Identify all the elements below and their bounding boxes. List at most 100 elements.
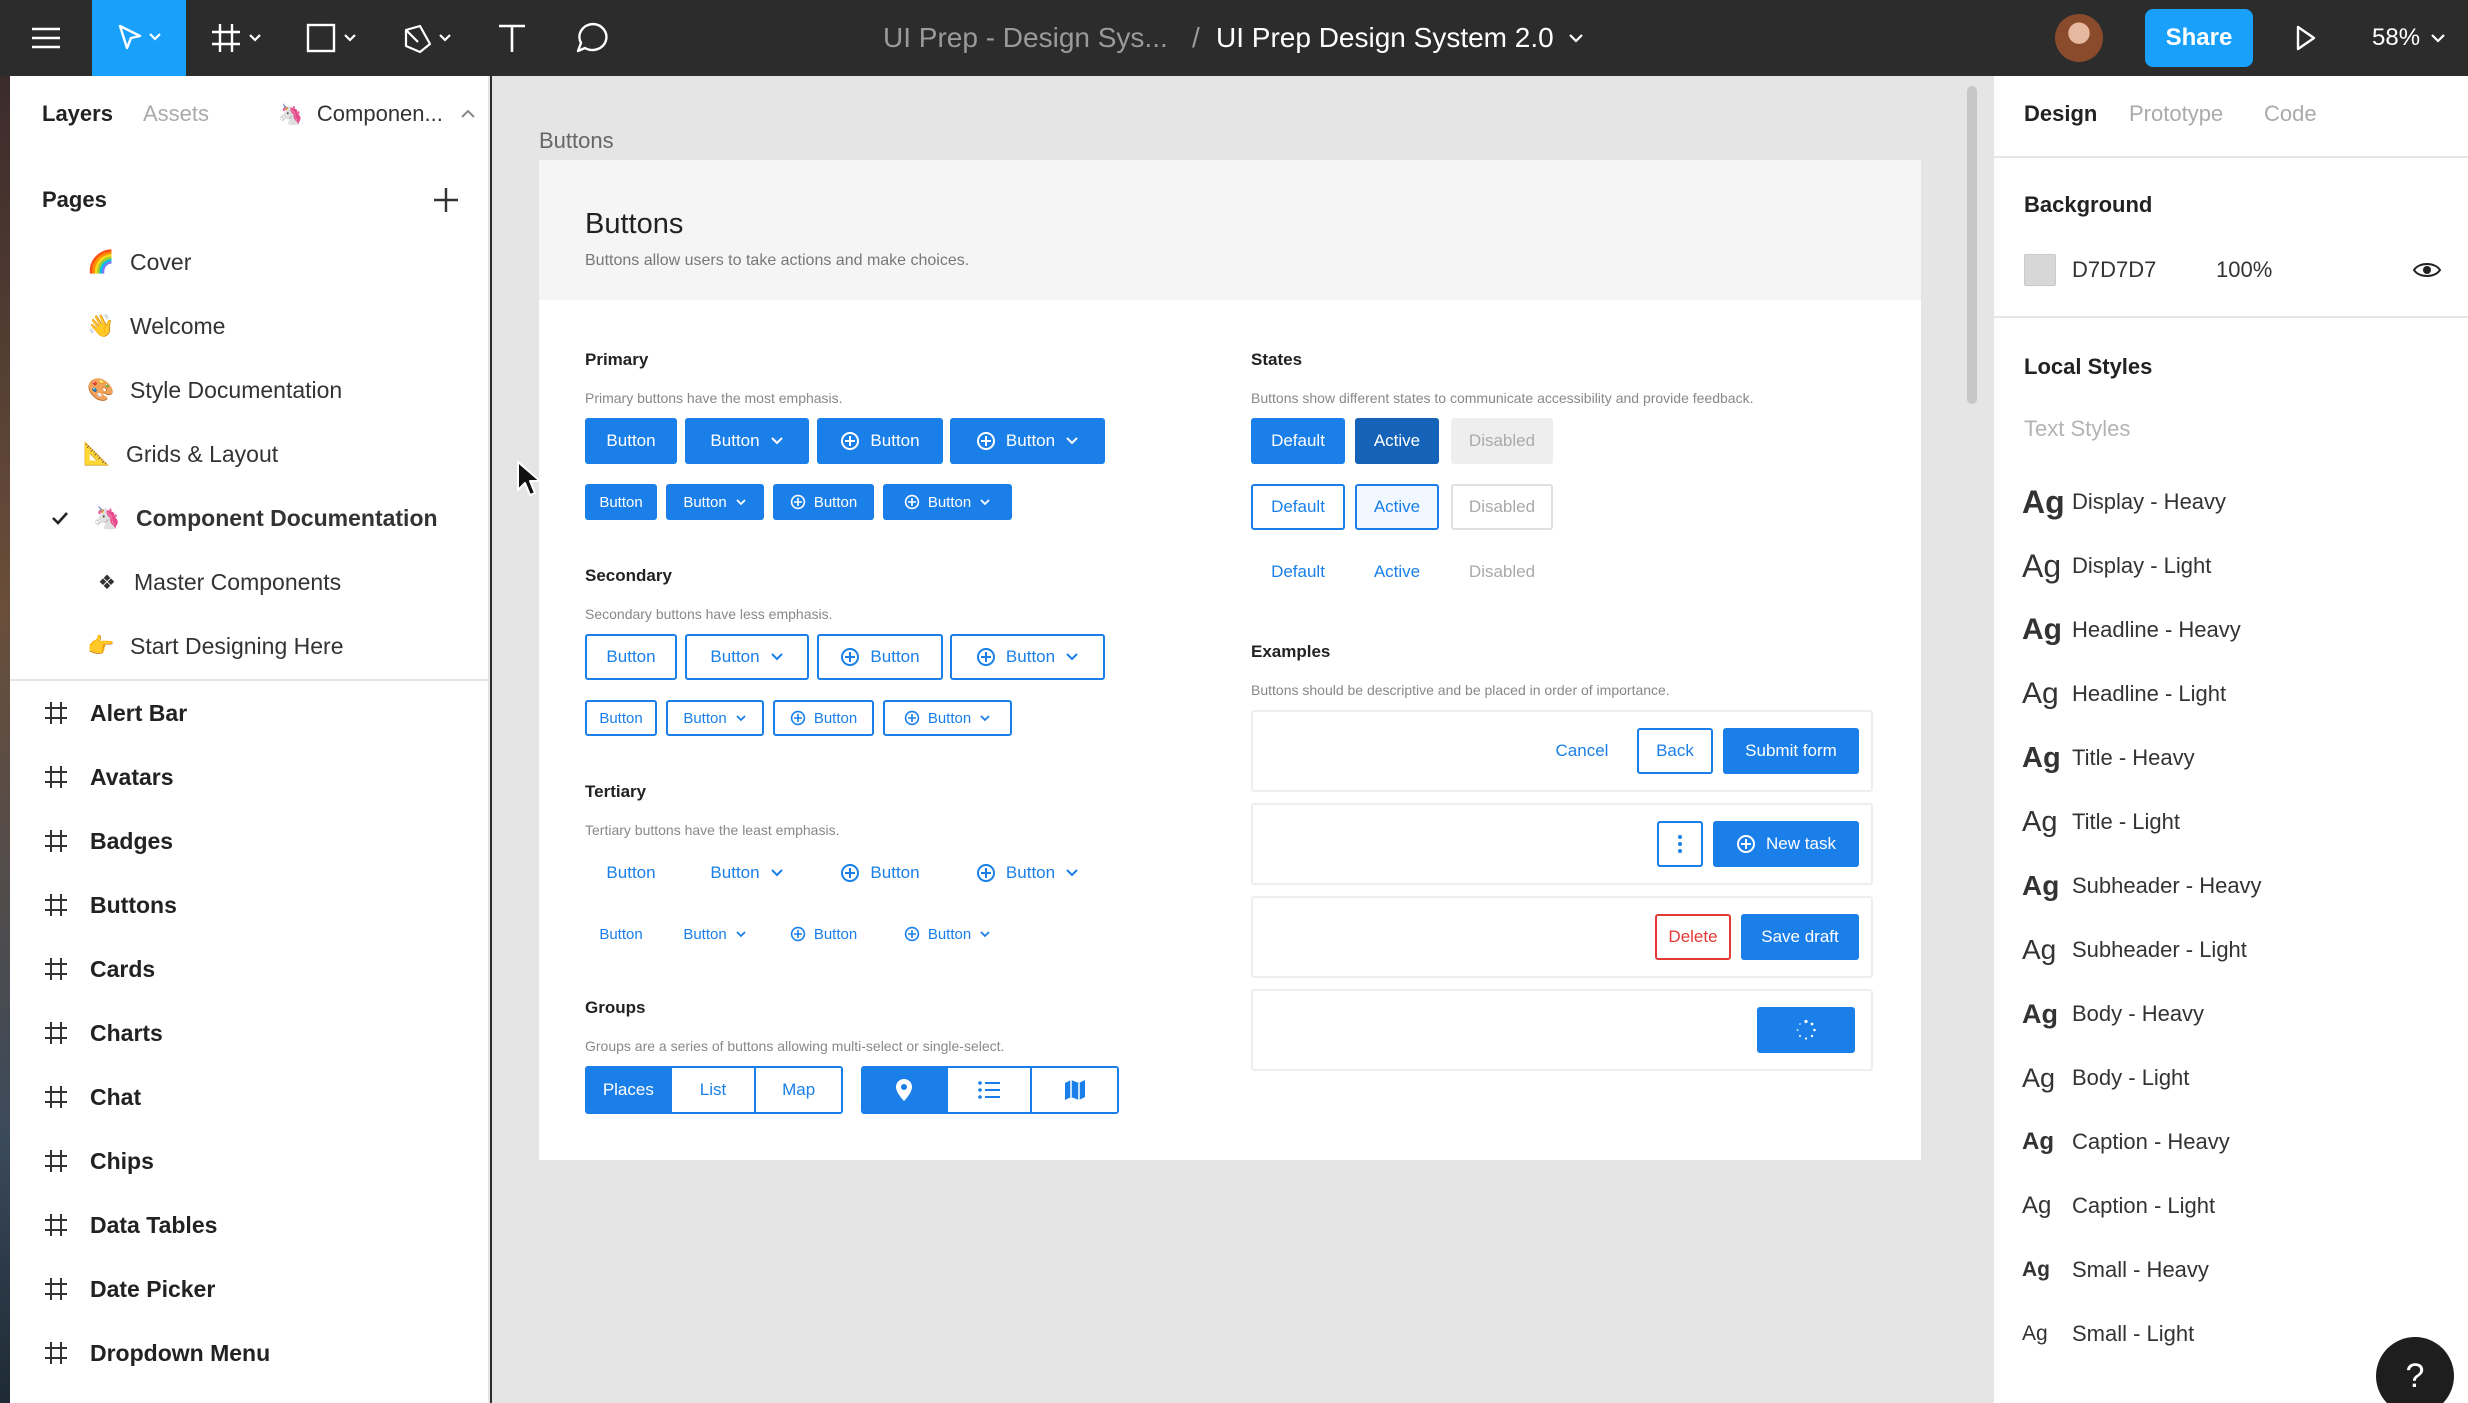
- group-button-map-view[interactable]: [1032, 1068, 1117, 1112]
- layer-frame-cards[interactable]: Cards: [10, 937, 488, 1001]
- comment-tool-button[interactable]: [568, 0, 618, 76]
- text-style-subheader-light[interactable]: AgSubheader - Light: [1994, 918, 2468, 982]
- text-style-body-light[interactable]: AgBody - Light: [1994, 1046, 2468, 1110]
- primary-dropdown-button-small[interactable]: Button: [666, 484, 764, 520]
- loading-button[interactable]: [1757, 1007, 1855, 1053]
- state-active-outline-button[interactable]: Active: [1355, 484, 1439, 530]
- move-tool-button[interactable]: [92, 0, 186, 76]
- file-parent-title[interactable]: UI Prep - Design Sys...: [883, 0, 1168, 76]
- page-item-component-documentation[interactable]: 🦄 Component Documentation: [10, 486, 488, 550]
- text-style-caption-heavy[interactable]: AgCaption - Heavy: [1994, 1110, 2468, 1174]
- secondary-icon-dropdown-button-small[interactable]: Button: [883, 700, 1012, 736]
- frame-name-label[interactable]: Buttons: [539, 128, 614, 154]
- eye-icon[interactable]: [2412, 256, 2442, 284]
- primary-button-small[interactable]: Button: [585, 484, 657, 520]
- group-button-list-view[interactable]: [948, 1068, 1033, 1112]
- secondary-button[interactable]: Button: [585, 634, 677, 680]
- user-avatar[interactable]: [2055, 14, 2103, 62]
- secondary-button-small[interactable]: Button: [585, 700, 657, 736]
- layer-frame-charts[interactable]: Charts: [10, 1001, 488, 1065]
- present-button[interactable]: [2286, 0, 2326, 76]
- group-button-location[interactable]: [863, 1068, 948, 1112]
- zoom-dropdown[interactable]: 58%: [2372, 0, 2448, 76]
- canvas-scrollbar[interactable]: [1967, 86, 1977, 404]
- text-style-body-heavy[interactable]: AgBody - Heavy: [1994, 982, 2468, 1046]
- page-switcher[interactable]: 🦄 Componen...: [278, 76, 477, 152]
- new-task-button[interactable]: New task: [1713, 821, 1859, 867]
- back-button[interactable]: Back: [1637, 728, 1713, 774]
- tertiary-dropdown-button[interactable]: Button: [685, 850, 809, 896]
- background-color-swatch[interactable]: [2024, 254, 2056, 286]
- primary-icon-button-small[interactable]: Button: [773, 484, 874, 520]
- primary-icon-dropdown-button-small[interactable]: Button: [883, 484, 1012, 520]
- file-name-title[interactable]: UI Prep Design System 2.0: [1216, 0, 1586, 76]
- frame-tool-button[interactable]: [200, 0, 280, 76]
- state-active-text-button[interactable]: Active: [1355, 549, 1439, 595]
- text-style-headline-heavy[interactable]: AgHeadline - Heavy: [1994, 598, 2468, 662]
- text-style-small-heavy[interactable]: AgSmall - Heavy: [1994, 1238, 2468, 1302]
- layer-frame-data-tables[interactable]: Data Tables: [10, 1193, 488, 1257]
- tertiary-icon-button-small[interactable]: Button: [773, 916, 874, 952]
- secondary-icon-button[interactable]: Button: [817, 634, 943, 680]
- page-item-grids-layout[interactable]: 📐 Grids & Layout: [10, 422, 488, 486]
- text-style-title-light[interactable]: AgTitle - Light: [1994, 790, 2468, 854]
- text-tool-button[interactable]: [490, 0, 534, 76]
- page-item-welcome[interactable]: 👋 Welcome: [10, 294, 488, 358]
- page-item-style-documentation[interactable]: 🎨 Style Documentation: [10, 358, 488, 422]
- layer-frame-alert-bar[interactable]: Alert Bar: [10, 681, 488, 745]
- pen-tool-button[interactable]: [390, 0, 470, 76]
- save-draft-button[interactable]: Save draft: [1741, 914, 1859, 960]
- page-item-master-components[interactable]: ❖ Master Components: [10, 550, 488, 614]
- text-style-display-light[interactable]: AgDisplay - Light: [1994, 534, 2468, 598]
- state-default-filled-button[interactable]: Default: [1251, 418, 1345, 464]
- state-default-outline-button[interactable]: Default: [1251, 484, 1345, 530]
- text-style-headline-light[interactable]: AgHeadline - Light: [1994, 662, 2468, 726]
- primary-icon-button[interactable]: Button: [817, 418, 943, 464]
- tertiary-button[interactable]: Button: [585, 850, 677, 896]
- layer-frame-chat[interactable]: Chat: [10, 1065, 488, 1129]
- tab-prototype[interactable]: Prototype: [2129, 76, 2223, 152]
- state-active-filled-button[interactable]: Active: [1355, 418, 1439, 464]
- tab-code[interactable]: Code: [2264, 76, 2317, 152]
- tertiary-dropdown-button-small[interactable]: Button: [666, 916, 764, 952]
- text-style-display-heavy[interactable]: AgDisplay - Heavy: [1994, 470, 2468, 534]
- delete-button[interactable]: Delete: [1655, 914, 1731, 960]
- primary-dropdown-button[interactable]: Button: [685, 418, 809, 464]
- main-menu-button[interactable]: [0, 0, 92, 76]
- group-button-places[interactable]: Places: [587, 1068, 672, 1112]
- secondary-icon-button-small[interactable]: Button: [773, 700, 874, 736]
- cancel-button[interactable]: Cancel: [1547, 728, 1617, 774]
- layer-frame-badges[interactable]: Badges: [10, 809, 488, 873]
- primary-icon-dropdown-button[interactable]: Button: [950, 418, 1105, 464]
- text-style-title-heavy[interactable]: AgTitle - Heavy: [1994, 726, 2468, 790]
- tertiary-icon-button[interactable]: Button: [817, 850, 943, 896]
- secondary-icon-dropdown-button[interactable]: Button: [950, 634, 1105, 680]
- share-button[interactable]: Share: [2145, 9, 2253, 67]
- tertiary-button-small[interactable]: Button: [585, 916, 657, 952]
- tab-assets[interactable]: Assets: [143, 76, 209, 152]
- layer-frame-chips[interactable]: Chips: [10, 1129, 488, 1193]
- layer-frame-avatars[interactable]: Avatars: [10, 745, 488, 809]
- background-hex-input[interactable]: D7D7D7: [2072, 254, 2156, 286]
- tertiary-icon-dropdown-button-small[interactable]: Button: [883, 916, 1012, 952]
- primary-button[interactable]: Button: [585, 418, 677, 464]
- shape-tool-button[interactable]: [295, 0, 375, 76]
- secondary-dropdown-button[interactable]: Button: [685, 634, 809, 680]
- layer-frame-buttons[interactable]: Buttons: [10, 873, 488, 937]
- layer-frame-date-picker[interactable]: Date Picker: [10, 1257, 488, 1321]
- tertiary-icon-dropdown-button[interactable]: Button: [950, 850, 1105, 896]
- more-options-button[interactable]: [1657, 821, 1703, 867]
- layer-frame-dropdown-menu[interactable]: Dropdown Menu: [10, 1321, 488, 1385]
- tab-design[interactable]: Design: [2024, 76, 2097, 152]
- group-button-list[interactable]: List: [672, 1068, 757, 1112]
- background-opacity-input[interactable]: 100%: [2216, 254, 2272, 286]
- add-page-plus-icon[interactable]: [426, 180, 466, 220]
- state-default-text-button[interactable]: Default: [1251, 549, 1345, 595]
- tab-layers[interactable]: Layers: [42, 76, 113, 152]
- page-item-start-designing[interactable]: 👉 Start Designing Here: [10, 614, 488, 678]
- buttons-frame[interactable]: Buttons Buttons allow users to take acti…: [539, 160, 1921, 1160]
- secondary-dropdown-button-small[interactable]: Button: [666, 700, 764, 736]
- text-style-subheader-heavy[interactable]: AgSubheader - Heavy: [1994, 854, 2468, 918]
- text-style-caption-light[interactable]: AgCaption - Light: [1994, 1174, 2468, 1238]
- group-button-map[interactable]: Map: [756, 1068, 841, 1112]
